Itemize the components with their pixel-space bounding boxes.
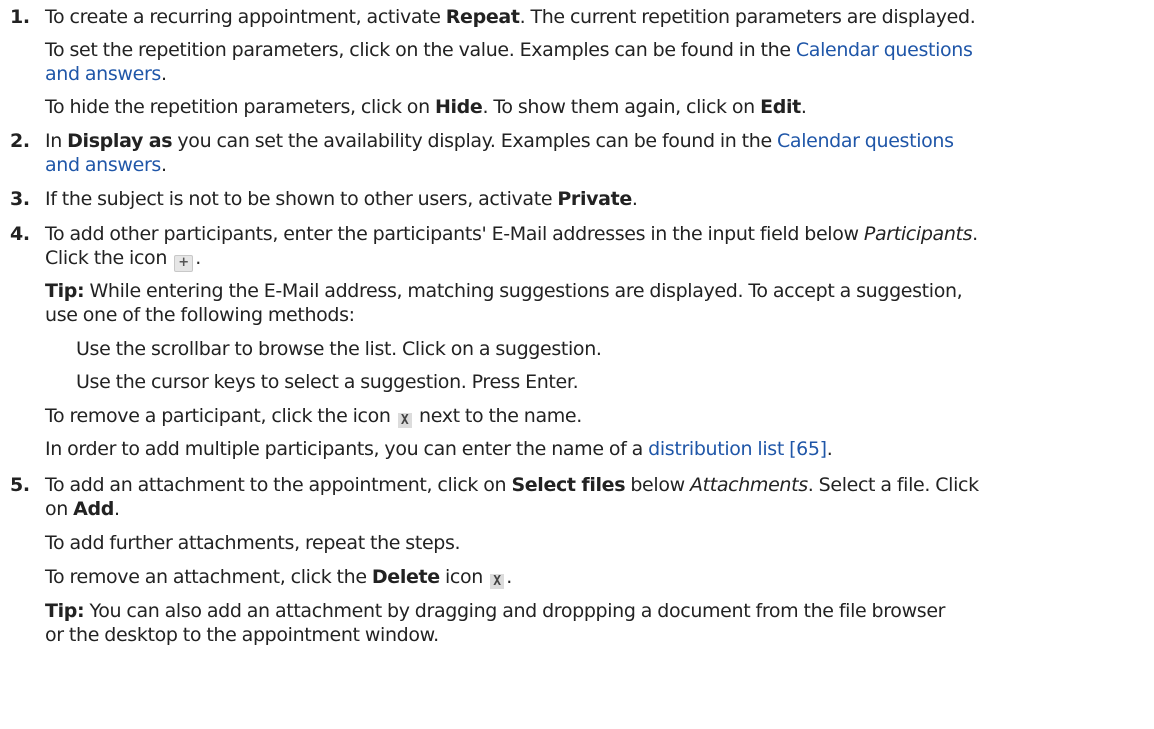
text: While entering the E-Mail address, match… xyxy=(84,280,963,302)
step-1-line: To hide the repetition parameters, click… xyxy=(45,95,807,119)
text: . xyxy=(160,63,167,85)
step-number: 2. xyxy=(10,130,30,152)
step-number: 5. xyxy=(10,474,30,496)
text: . xyxy=(972,223,978,245)
step-4-line: Click the icon +. xyxy=(45,246,201,272)
text: . xyxy=(800,96,807,118)
text: you can set the availability display. Ex… xyxy=(172,130,777,152)
step-4-line: To remove a participant, click the icon … xyxy=(45,404,582,428)
step-4-line: In order to add multiple participants, y… xyxy=(45,437,833,461)
text: In order to add multiple participants, y… xyxy=(45,438,649,460)
text: To hide the repetition parameters, click… xyxy=(45,96,435,118)
distribution-list-link[interactable]: distribution list [65] xyxy=(648,438,827,460)
text: or the desktop to the appointment window… xyxy=(45,624,439,646)
calendar-faq-link[interactable]: Calendar questions xyxy=(777,130,954,152)
step-number: 3. xyxy=(10,188,30,210)
step-1-line: To set the repetition parameters, click … xyxy=(45,38,973,62)
text: . xyxy=(114,498,120,520)
method-item: Use the cursor keys to select a suggesti… xyxy=(76,371,579,393)
select-files-keyword: Select files xyxy=(511,474,626,496)
step-number: 4. xyxy=(10,223,30,245)
step-1-line: To create a recurring appointment, activ… xyxy=(45,5,976,29)
edit-keyword: Edit xyxy=(760,96,801,118)
text: To set the repetition parameters, click … xyxy=(45,39,796,61)
text: . xyxy=(826,438,833,460)
calendar-faq-link[interactable]: and answers xyxy=(45,154,161,176)
text: . Select a file. Click xyxy=(807,474,979,496)
repeat-keyword: Repeat xyxy=(445,6,520,28)
help-page: 1. To create a recurring appointment, ac… xyxy=(0,0,1154,729)
text: To remove a participant, click the icon xyxy=(45,405,396,427)
attachments-term: Attachments xyxy=(689,474,808,496)
step-2-line: In Display as you can set the availabili… xyxy=(45,129,954,153)
participants-term: Participants xyxy=(863,223,973,245)
delete-x-icon: X xyxy=(397,413,412,428)
text: In xyxy=(45,130,68,152)
text: To add an attachment to the appointment,… xyxy=(45,474,512,496)
add-icon: + xyxy=(174,255,194,272)
text: icon xyxy=(439,566,489,588)
text: Click the icon xyxy=(45,247,173,269)
step-5-line: on Add. xyxy=(45,497,120,521)
text: . xyxy=(631,188,638,210)
text: To remove an attachment, click the xyxy=(45,566,372,588)
step-5-line: To remove an attachment, click the Delet… xyxy=(45,565,512,589)
step-3-line: If the subject is not to be shown to oth… xyxy=(45,187,638,211)
hide-keyword: Hide xyxy=(434,96,483,118)
private-keyword: Private xyxy=(557,188,632,210)
text: next to the name. xyxy=(413,405,582,427)
text: on xyxy=(45,498,74,520)
step-5-line: To add further attachments, repeat the s… xyxy=(45,532,461,554)
text: use one of the following methods: xyxy=(45,304,355,326)
step-1-line: and answers. xyxy=(45,62,167,86)
tip-line: Tip: While entering the E-Mail address, … xyxy=(45,279,963,303)
text: To create a recurring appointment, activ… xyxy=(45,6,446,28)
calendar-faq-link[interactable]: and answers xyxy=(45,63,161,85)
step-number: 1. xyxy=(10,6,30,28)
text: To add other participants, enter the par… xyxy=(45,223,864,245)
text: . To show them again, click on xyxy=(482,96,761,118)
tip-label: Tip: xyxy=(45,280,85,302)
add-keyword: Add xyxy=(73,498,115,520)
text: below xyxy=(625,474,690,496)
tip-line: Tip: You can also add an attachment by d… xyxy=(45,599,945,623)
text: You can also add an attachment by draggi… xyxy=(84,600,946,622)
text: . xyxy=(195,247,201,269)
tip-line: use one of the following methods: xyxy=(45,303,355,327)
text: If the subject is not to be shown to oth… xyxy=(45,188,558,210)
tip-line: or the desktop to the appointment window… xyxy=(45,623,439,647)
step-2-line: and answers. xyxy=(45,153,167,177)
delete-keyword: Delete xyxy=(371,566,440,588)
display-as-keyword: Display as xyxy=(67,130,173,152)
delete-x-icon: X xyxy=(490,574,505,589)
tip-label: Tip: xyxy=(45,600,85,622)
text: . The current repetition parameters are … xyxy=(519,6,976,28)
text: . xyxy=(506,566,512,588)
calendar-faq-link[interactable]: Calendar questions xyxy=(796,39,973,61)
method-item: Use the scrollbar to browse the list. Cl… xyxy=(76,338,602,360)
step-4-line: To add other participants, enter the par… xyxy=(45,222,978,246)
text: . xyxy=(160,154,167,176)
step-5-line: To add an attachment to the appointment,… xyxy=(45,473,979,497)
